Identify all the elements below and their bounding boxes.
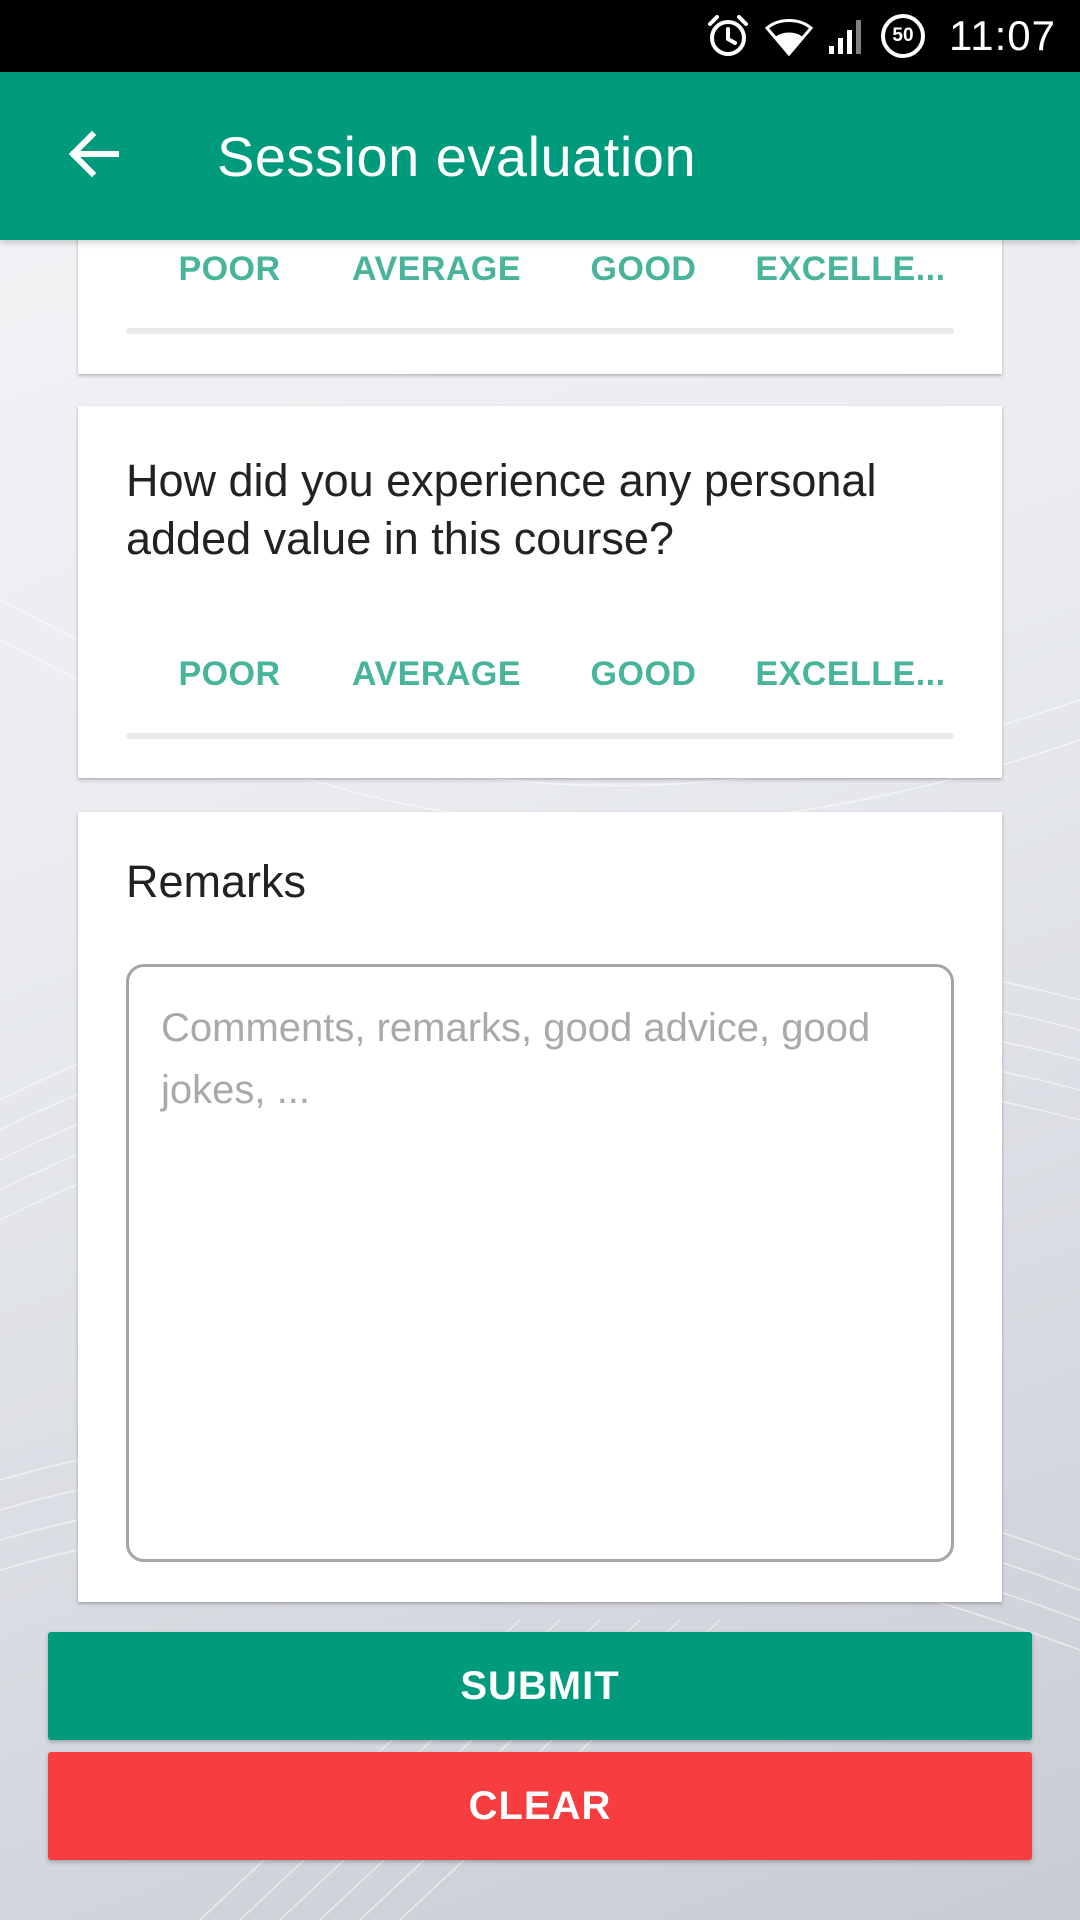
rating-underline [126,733,954,739]
rating-options: POOR AVERAGE GOOD EXCELLE... [126,639,954,709]
question-text: How did you experience any personal adde… [126,455,877,564]
rating-underline [126,328,954,334]
remarks-label: Remarks [126,856,307,907]
wifi-icon [765,16,813,56]
rating-option-average[interactable]: AVERAGE [333,250,540,289]
arrow-left-icon [68,130,120,183]
status-clock: 11:07 [949,12,1056,59]
back-button[interactable] [56,118,132,194]
signal-icon [827,16,867,56]
rating-option-poor[interactable]: POOR [126,250,333,289]
remarks-textarea[interactable] [126,964,954,1562]
status-icons: 50 11:07 [705,0,1056,72]
submit-button[interactable]: SUBMIT [48,1632,1032,1740]
rating-option-poor[interactable]: POOR [126,655,333,694]
rating-options: POOR AVERAGE GOOD EXCELLE... [126,234,954,304]
clear-button[interactable]: CLEAR [48,1752,1032,1860]
rating-option-excellent[interactable]: EXCELLE... [747,655,954,694]
alarm-icon [705,13,751,59]
rating-option-good[interactable]: GOOD [540,655,747,694]
remarks-card: Remarks [78,812,1002,1602]
question-card: How did you experience any personal adde… [78,406,1002,778]
rating-option-excellent[interactable]: EXCELLE... [747,250,954,289]
app-bar: Session evaluation [0,72,1080,240]
rating-option-good[interactable]: GOOD [540,250,747,289]
rating-option-average[interactable]: AVERAGE [333,655,540,694]
page-title: Session evaluation [217,125,697,188]
battery-icon: 50 [881,14,925,58]
status-bar: 50 11:07 [0,0,1080,72]
